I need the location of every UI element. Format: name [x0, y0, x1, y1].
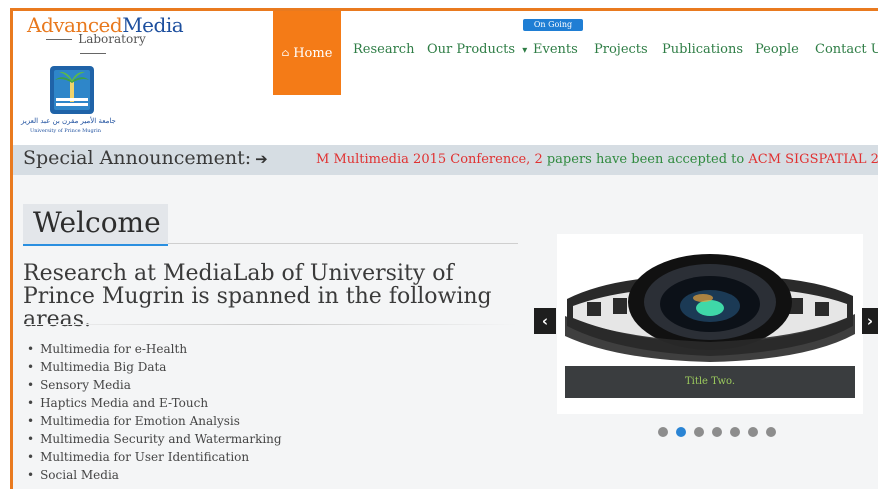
marquee-text-1: M Multimedia 2015 Conference, [316, 152, 535, 167]
home-icon: ⌂ [281, 47, 290, 59]
nav-research[interactable]: Research [353, 42, 414, 57]
image-slider[interactable]: Title Two. [557, 234, 863, 414]
marquee-text-2: 2 [534, 152, 543, 167]
university-name-arabic: جامعة الأمير مقرن بن عبد العزيز [21, 117, 116, 125]
nav-products-label: Our Products [427, 42, 516, 57]
nav-our-products[interactable]: Our Products ▾ [427, 42, 527, 57]
slider-pagination [658, 422, 784, 441]
arrow-right-icon: ➔ [255, 150, 268, 168]
university-name-english: University of Prince Mugrin [30, 128, 101, 134]
slider-dot[interactable] [766, 427, 776, 437]
research-divider [23, 324, 518, 325]
list-item: Multimedia for User Identification [27, 448, 282, 466]
slider-dot[interactable] [730, 427, 740, 437]
slider-dot[interactable] [748, 427, 758, 437]
nav-home-label: Home [293, 45, 333, 61]
chevron-down-icon: ▾ [522, 45, 528, 56]
research-areas-list: Multimedia for e-Health Multimedia Big D… [27, 340, 282, 484]
list-item: Multimedia for e-Health [27, 340, 282, 358]
research-intro-heading: Research at MediaLab of University of Pr… [23, 261, 492, 332]
welcome-divider [168, 243, 518, 244]
camera-lens-film-image [565, 254, 855, 362]
list-item: Multimedia Big Data [27, 358, 282, 376]
slider-next-button[interactable]: › [862, 308, 878, 334]
slider-dot[interactable] [712, 427, 722, 437]
nav-publications[interactable]: Publications [662, 42, 743, 57]
palm-tree-emblem-icon [50, 66, 94, 114]
ongoing-badge: On Going [523, 19, 583, 31]
slide-caption: Title Two. [565, 366, 855, 398]
list-item: Haptics Media and E-Touch [27, 394, 282, 412]
marquee-link-sigspatial[interactable]: ACM SIGSPATIAL 2015 [748, 152, 878, 167]
nav-contact-us[interactable]: Contact Us [815, 42, 878, 57]
announcement-title: Special Announcement: ➔ [23, 147, 268, 169]
nav-projects[interactable]: Projects [594, 42, 648, 57]
welcome-heading-box: Welcome [23, 204, 168, 246]
slider-dot[interactable] [676, 427, 686, 437]
announcement-title-label: Special Announcement: [23, 147, 252, 169]
nav-home[interactable]: ⌂ Home [273, 11, 341, 95]
nav-people[interactable]: People [755, 42, 799, 57]
welcome-heading: Welcome [33, 206, 161, 239]
marquee-text-3: papers have been accepted to [542, 152, 749, 167]
slider-dot[interactable] [694, 427, 704, 437]
slider-dot[interactable] [658, 427, 668, 437]
site-header: AdvancedMedia Laboratory جامعة الأمير مق… [13, 11, 878, 145]
list-item: Multimedia for Emotion Analysis [27, 412, 282, 430]
list-item: Sensory Media [27, 376, 282, 394]
list-item: Multimedia Security and Watermarking [27, 430, 282, 448]
announcement-marquee[interactable]: M Multimedia 2015 Conference, 2 papers h… [316, 152, 878, 167]
nav-events[interactable]: Events [533, 42, 578, 57]
list-item: Social Media [27, 466, 282, 484]
announcement-bar: Special Announcement: ➔ M Multimedia 2015… [13, 145, 878, 175]
slider-prev-button[interactable]: ‹ [534, 308, 556, 334]
logo-subtitle: Laboratory [23, 32, 163, 60]
